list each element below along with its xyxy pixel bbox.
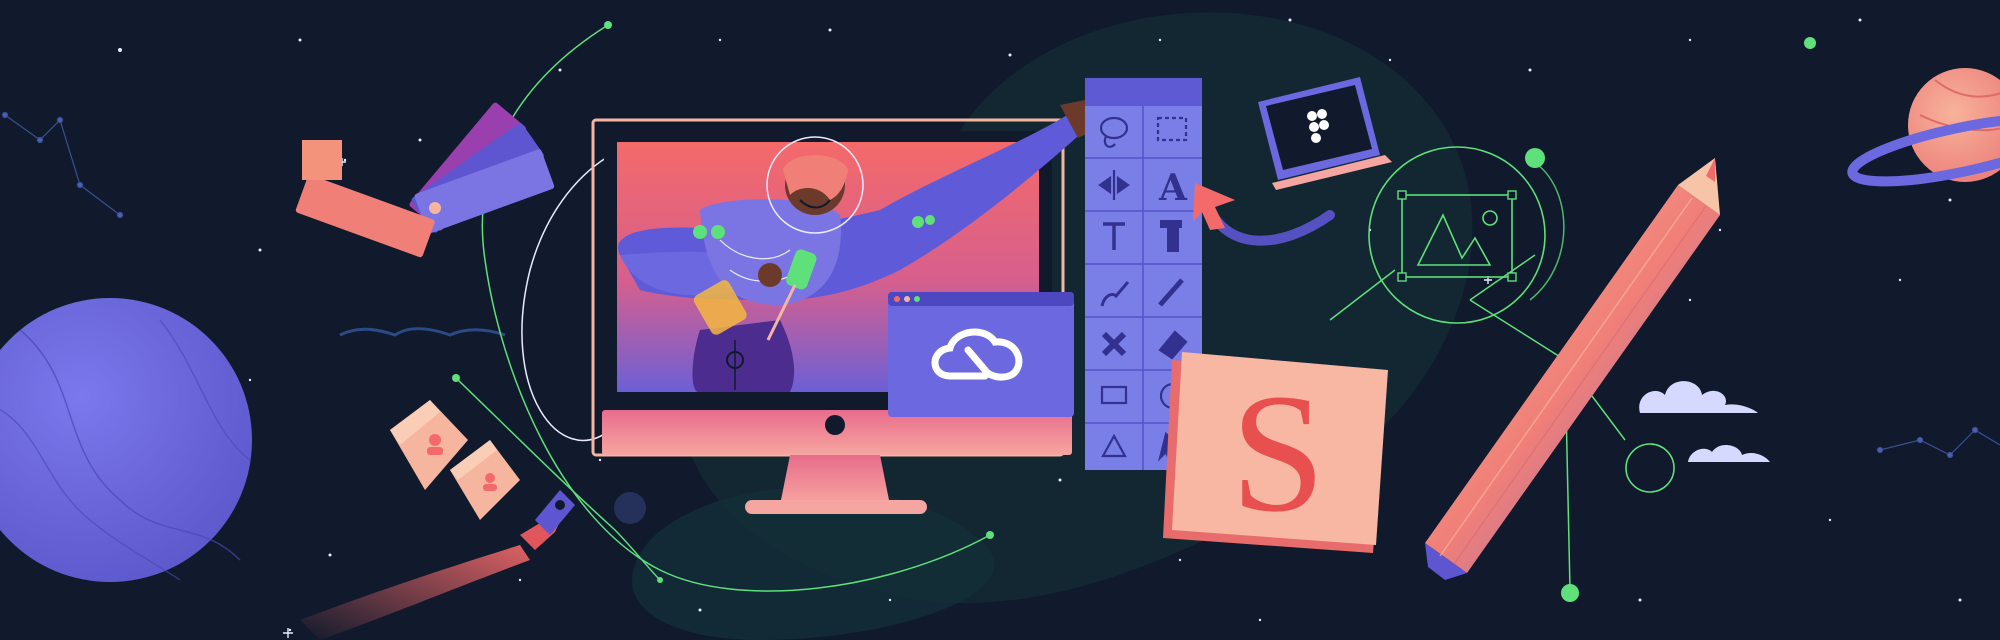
sticky-note-letter: S [1231, 359, 1326, 547]
pen-tool [300, 490, 575, 640]
small-moon [614, 492, 646, 524]
creative-cloud-card [888, 292, 1074, 417]
vector-node-ring [1625, 443, 1675, 493]
color-swatches [295, 102, 555, 258]
constellation-left [1, 111, 124, 219]
scene-canvas: A S [0, 12, 2000, 640]
constellation-right [1876, 426, 2000, 459]
illustration-scene: A S [0, 0, 2000, 640]
ringed-planet [1847, 68, 2000, 187]
purple-planet [0, 298, 252, 582]
folder-icons [390, 400, 520, 520]
type-tool-glyph: A [1158, 167, 1188, 209]
